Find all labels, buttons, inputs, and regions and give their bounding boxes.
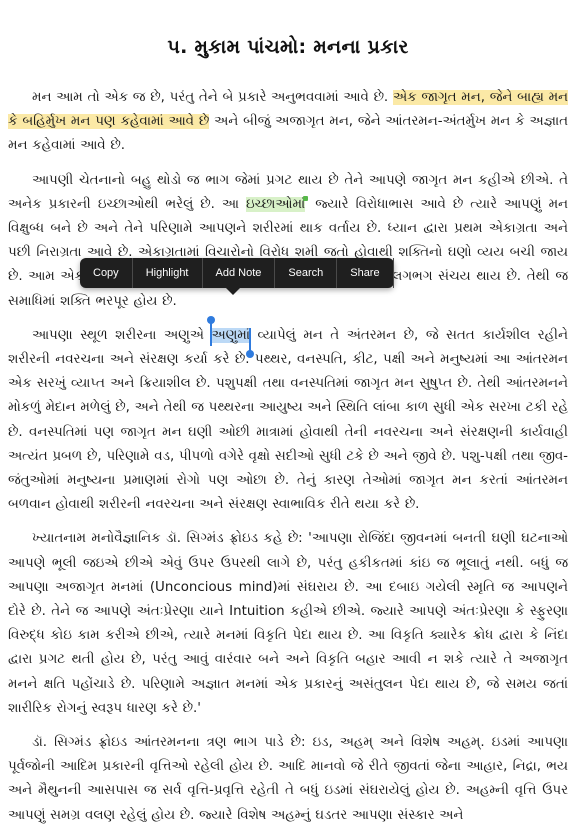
search-button[interactable]: Search — [275, 258, 338, 288]
highlight-button[interactable]: Highlight — [133, 258, 203, 288]
book-text[interactable]: મન આમ તો એક જ છે, પરંતુ તેને બે પ્રકારે … — [0, 58, 576, 828]
selection-end-handle[interactable] — [246, 327, 254, 358]
add-note-button[interactable]: Add Note — [203, 258, 276, 288]
paragraph-3[interactable]: આપણા સ્થૂળ શરીરના અણુએ અણુમાં વ્યાપેલું … — [8, 315, 568, 518]
paragraph-2[interactable]: આપણી ચેતનાનો બહુ થોડો જ ભાગ જેમાં પ્રગટ … — [8, 169, 568, 314]
share-button[interactable]: Share — [337, 258, 394, 288]
menu-pointer-arrow — [226, 288, 240, 295]
paragraph-5[interactable]: ડૉ. સિગ્મંડ ફ્રોઇડ આંતરમનના ત્રણ ભાગ પાડ… — [8, 731, 568, 828]
paragraph-4[interactable]: ખ્યાતનામ મનોવૈજ્ઞાનિક ડૉ. સિગ્મંડ ફ્રોઇડ… — [8, 527, 568, 721]
paragraph-1-text-a: મન આમ તો એક જ છે, પરંતુ તેને બે પ્રકારે … — [32, 90, 393, 105]
reader-page: ૫. મુકામ પાંચમો: મનના પ્રકાર મન આમ તો એક… — [0, 0, 576, 823]
selection-menu: Copy Highlight Add Note Search Share — [80, 258, 394, 295]
selected-word: અણુમાં — [211, 327, 250, 343]
selected-text[interactable]: અણુમાં — [207, 315, 254, 358]
paragraph-3-text-b: વ્યાપેલું મન તે અંતરમન છે, જે સતત કાર્યશ… — [8, 327, 568, 513]
paragraph-3-text-a: આપણા સ્થૂળ શરીરના અણુએ — [32, 327, 212, 343]
chapter-title: ૫. મુકામ પાંચમો: મનના પ્રકાર — [167, 36, 409, 58]
selection-start-handle[interactable] — [207, 315, 216, 346]
paragraph-1[interactable]: મન આમ તો એક જ છે, પરંતુ તેને બે પ્રકારે … — [8, 86, 568, 159]
green-highlight[interactable]: ઇચ્છાઓમાં — [246, 196, 306, 212]
copy-button[interactable]: Copy — [80, 258, 133, 288]
paragraph-2-text-b: જ્યારે વિરોધાભાસ આવે છે ત્યારે આપણું મન … — [8, 196, 568, 309]
